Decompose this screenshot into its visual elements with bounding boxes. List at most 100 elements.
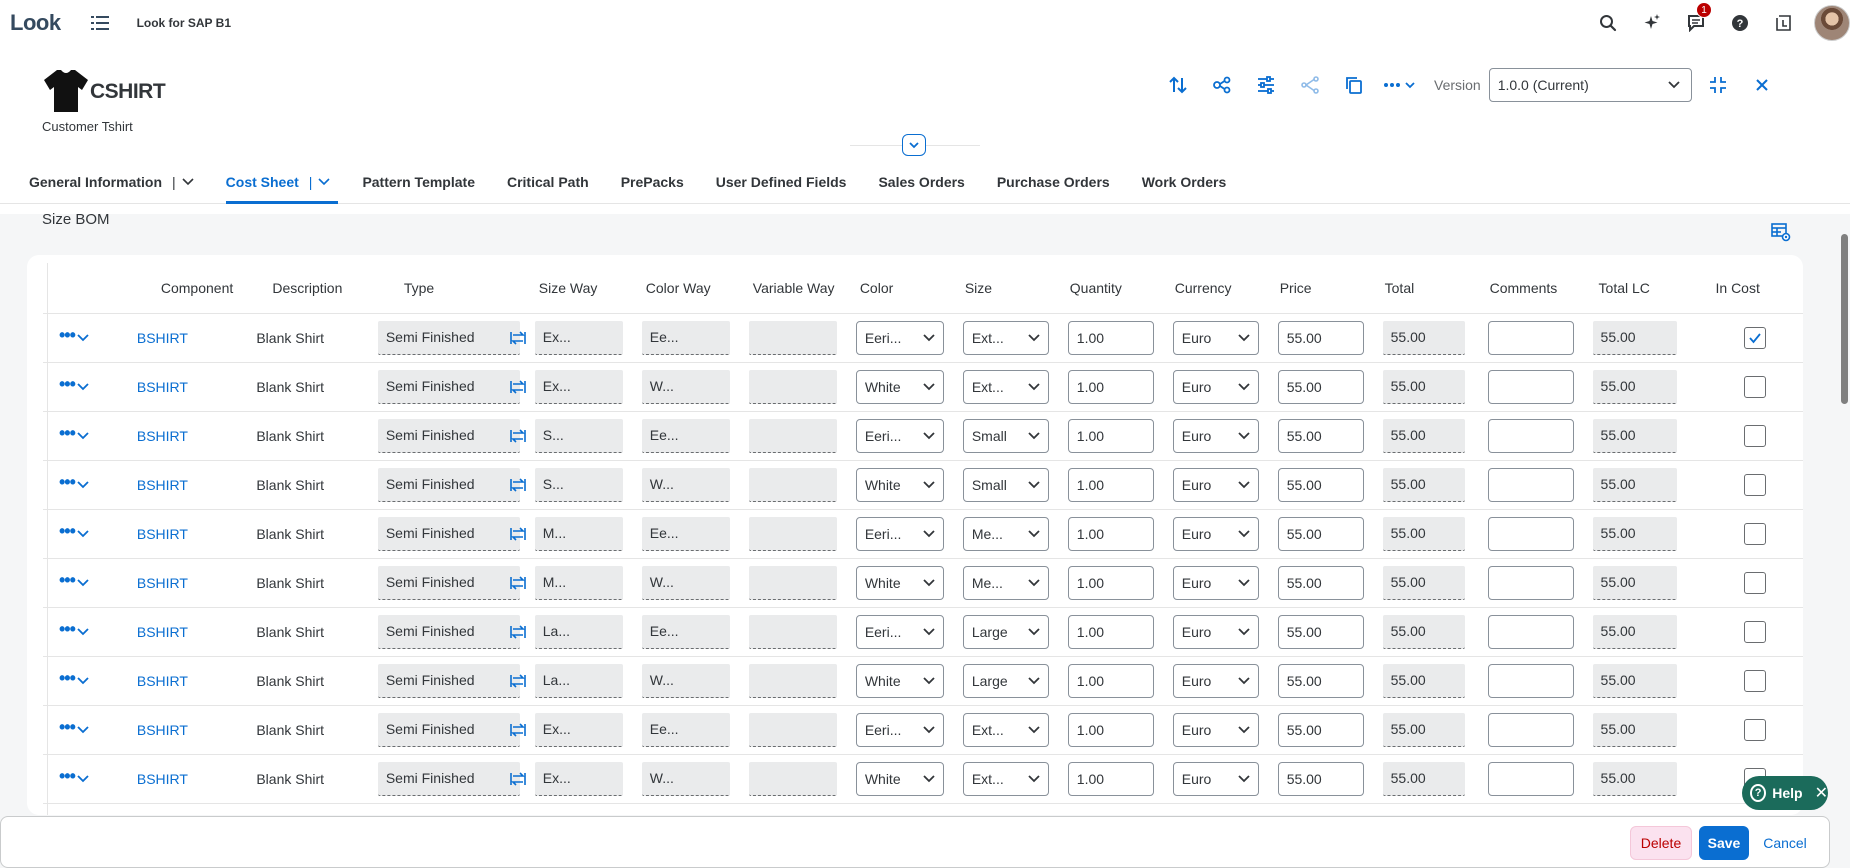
row-actions-menu[interactable]: ••• <box>47 718 109 736</box>
comments-input[interactable] <box>1487 614 1574 649</box>
price-input[interactable]: 55.00 <box>1277 761 1364 796</box>
in-cost-checkbox[interactable] <box>1744 326 1767 349</box>
search-icon[interactable] <box>1586 0 1630 46</box>
tab-work-orders[interactable]: Work Orders <box>1142 160 1227 204</box>
size-select[interactable]: Ext... <box>962 369 1049 404</box>
currency-select[interactable]: Euro <box>1172 761 1259 796</box>
comments-input[interactable] <box>1487 467 1574 502</box>
tab-critical-path[interactable]: Critical Path <box>507 160 589 204</box>
comments-input[interactable] <box>1487 320 1574 355</box>
in-cost-checkbox[interactable] <box>1744 571 1767 594</box>
size-select[interactable]: Large <box>962 663 1049 698</box>
col-price[interactable]: Price <box>1273 263 1379 314</box>
comments-input[interactable] <box>1487 663 1574 698</box>
user-avatar[interactable] <box>1814 5 1850 41</box>
color-select[interactable]: Eeri... <box>855 614 944 649</box>
quantity-input[interactable]: 1.00 <box>1067 320 1154 355</box>
in-cost-checkbox[interactable] <box>1744 620 1767 643</box>
branch-icon[interactable] <box>1288 67 1332 103</box>
swap-icon[interactable] <box>506 526 531 542</box>
row-actions-menu[interactable]: ••• <box>47 473 109 491</box>
comments-input[interactable] <box>1487 712 1574 747</box>
color-select[interactable]: White <box>855 663 944 698</box>
swap-icon[interactable] <box>506 771 531 787</box>
col-color-way[interactable]: Color Way <box>637 263 745 314</box>
size-select[interactable]: Ext... <box>962 761 1049 796</box>
swap-icon[interactable] <box>506 428 531 444</box>
swap-icon[interactable] <box>506 477 531 493</box>
launchpad-icon[interactable] <box>1762 0 1806 46</box>
col-variable-way[interactable]: Variable Way <box>744 263 852 314</box>
col-in-cost[interactable]: In Cost <box>1693 263 1803 314</box>
chevron-down-icon[interactable] <box>318 177 331 186</box>
exit-fullscreen-icon[interactable] <box>1696 67 1740 103</box>
price-input[interactable]: 55.00 <box>1277 320 1364 355</box>
price-input[interactable]: 55.00 <box>1277 516 1364 551</box>
table-settings-icon[interactable] <box>1771 222 1791 242</box>
component-link[interactable]: BSHIRT <box>113 673 188 689</box>
row-actions-menu[interactable]: ••• <box>47 669 109 687</box>
size-select[interactable]: Large <box>962 614 1049 649</box>
color-select[interactable]: White <box>855 761 944 796</box>
filter-settings-icon[interactable] <box>1244 67 1288 103</box>
component-link[interactable]: BSHIRT <box>113 428 188 444</box>
row-actions-menu[interactable]: ••• <box>47 375 109 393</box>
component-link[interactable]: BSHIRT <box>113 330 188 346</box>
col-total-lc[interactable]: Total LC <box>1588 263 1694 314</box>
in-cost-checkbox[interactable] <box>1744 522 1767 545</box>
comments-input[interactable] <box>1487 761 1574 796</box>
comments-input[interactable] <box>1487 565 1574 600</box>
col-total[interactable]: Total <box>1378 263 1484 314</box>
component-link[interactable]: BSHIRT <box>113 575 188 591</box>
row-actions-menu[interactable]: ••• <box>47 326 109 344</box>
currency-select[interactable]: Euro <box>1172 663 1259 698</box>
currency-select[interactable]: Euro <box>1172 565 1259 600</box>
chevron-down-icon[interactable] <box>182 177 194 186</box>
tab-sales-orders[interactable]: Sales Orders <box>878 160 964 204</box>
in-cost-checkbox[interactable] <box>1744 375 1767 398</box>
component-link[interactable]: BSHIRT <box>113 722 188 738</box>
price-input[interactable]: 55.00 <box>1277 418 1364 453</box>
version-select[interactable]: 1.0.0 (Current) <box>1488 68 1692 102</box>
component-link[interactable]: BSHIRT <box>113 477 188 493</box>
currency-select[interactable]: Euro <box>1172 516 1259 551</box>
color-select[interactable]: Eeri... <box>855 320 944 355</box>
size-select[interactable]: Me... <box>962 565 1049 600</box>
swap-icon[interactable] <box>506 575 531 591</box>
row-actions-menu[interactable]: ••• <box>47 767 109 785</box>
cancel-button[interactable]: Cancel <box>1757 826 1813 860</box>
quantity-input[interactable]: 1.00 <box>1067 418 1154 453</box>
swap-icon[interactable] <box>506 722 531 738</box>
quantity-input[interactable]: 1.00 <box>1067 663 1154 698</box>
copy-icon[interactable] <box>1332 67 1376 103</box>
price-input[interactable]: 55.00 <box>1277 663 1364 698</box>
in-cost-checkbox[interactable] <box>1744 473 1767 496</box>
size-select[interactable]: Me... <box>962 516 1049 551</box>
tab-purchase-orders[interactable]: Purchase Orders <box>997 160 1110 204</box>
more-icon[interactable] <box>1376 67 1424 103</box>
size-select[interactable]: Ext... <box>962 320 1049 355</box>
close-help-icon[interactable]: ✕ <box>1815 783 1828 803</box>
col-quantity[interactable]: Quantity <box>1063 263 1169 314</box>
close-icon[interactable] <box>1740 67 1784 103</box>
color-select[interactable]: Eeri... <box>855 516 944 551</box>
col-color[interactable]: Color <box>851 263 959 314</box>
in-cost-checkbox[interactable] <box>1744 718 1767 741</box>
save-button[interactable]: Save <box>1699 826 1749 860</box>
quantity-input[interactable]: 1.00 <box>1067 761 1154 796</box>
swap-icon[interactable] <box>506 673 531 689</box>
currency-select[interactable]: Euro <box>1172 712 1259 747</box>
price-input[interactable]: 55.00 <box>1277 369 1364 404</box>
col-size-way[interactable]: Size Way <box>530 263 638 314</box>
tab-pattern-template[interactable]: Pattern Template <box>362 160 475 204</box>
app-logo[interactable]: Look <box>10 10 61 36</box>
comments-input[interactable] <box>1487 418 1574 453</box>
swap-icon[interactable] <box>506 624 531 640</box>
row-actions-menu[interactable]: ••• <box>47 620 109 638</box>
page-scrollbar[interactable] <box>1840 214 1848 868</box>
quantity-input[interactable]: 1.00 <box>1067 516 1154 551</box>
tab-cost-sheet[interactable]: Cost Sheet | <box>225 160 339 204</box>
comments-input[interactable] <box>1487 369 1574 404</box>
quantity-input[interactable]: 1.00 <box>1067 369 1154 404</box>
color-select[interactable]: Eeri... <box>855 418 944 453</box>
